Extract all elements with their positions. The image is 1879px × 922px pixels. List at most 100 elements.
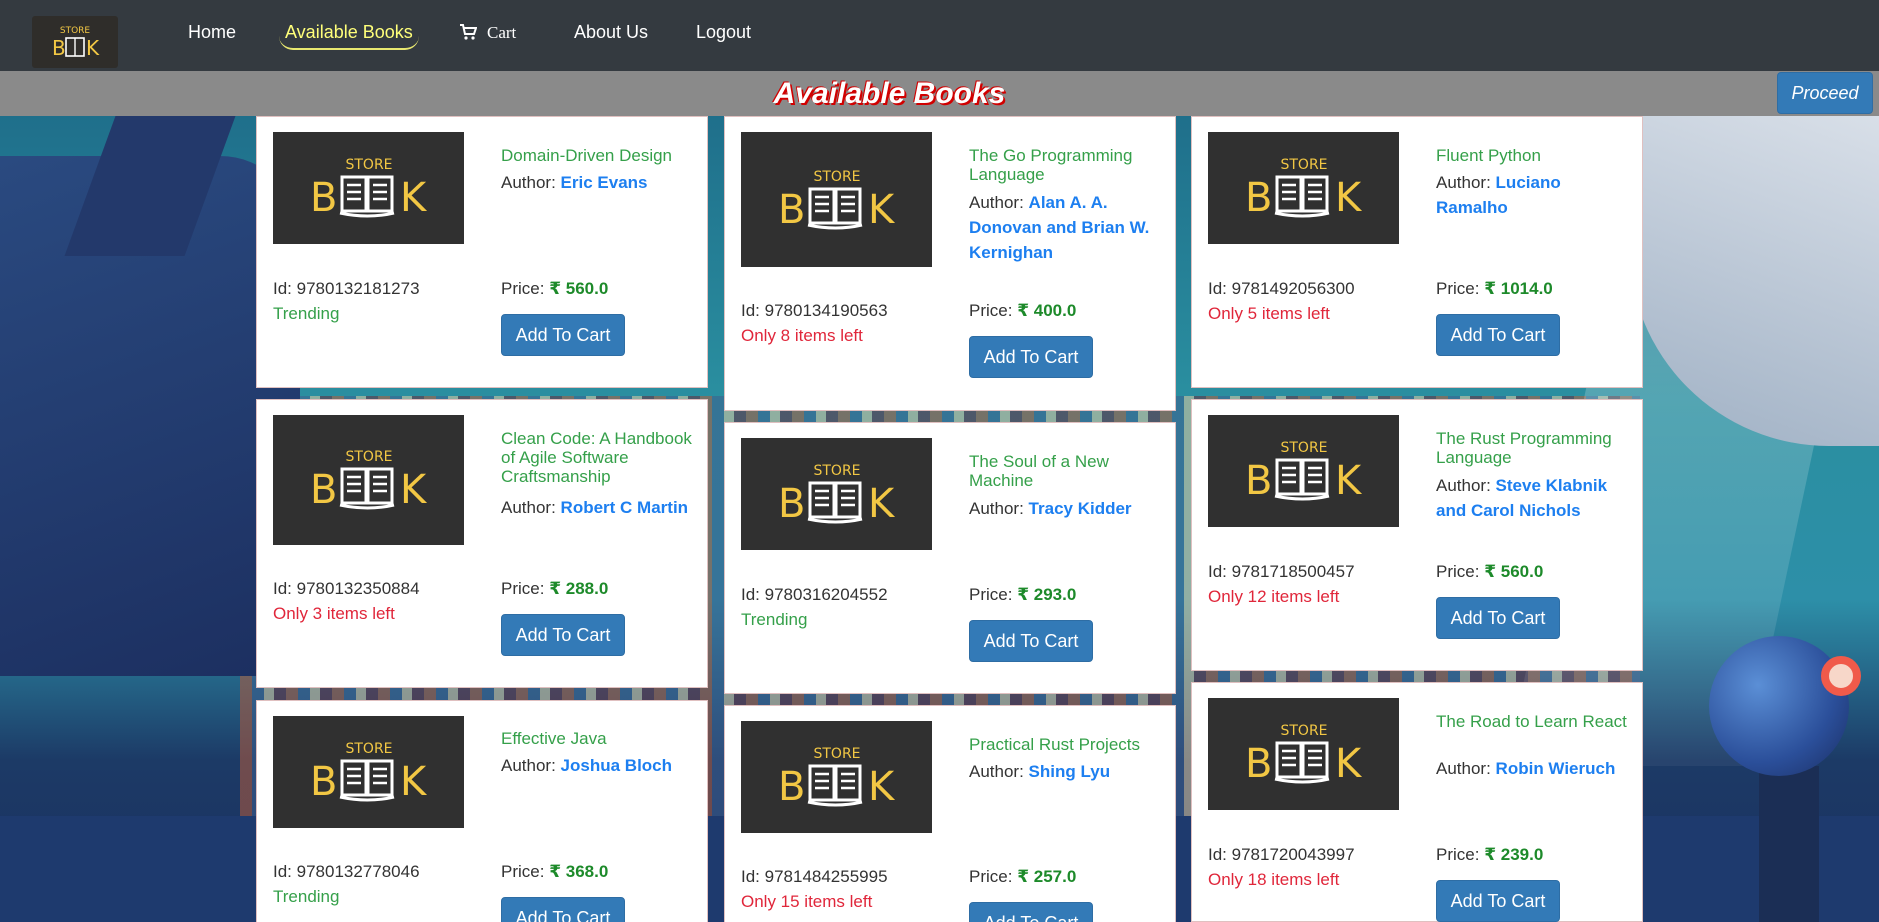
add-to-cart-button[interactable]: Add To Cart <box>501 897 625 922</box>
price-label: Price: <box>1436 279 1485 298</box>
book-status: Only 12 items left <box>1208 587 1340 606</box>
book-author: Author: Eric Evans <box>501 170 701 195</box>
top-navbar: STORE B K Home Available Books Cart Abou… <box>0 0 1879 71</box>
book-title[interactable]: Practical Rust Projects <box>969 735 1169 754</box>
svg-text:K: K <box>868 764 896 810</box>
book-title[interactable]: Fluent Python <box>1436 146 1636 165</box>
book-cover-image: STORE B K <box>1208 415 1399 527</box>
author-label: Author: <box>1436 173 1496 192</box>
id-value: 9780134190563 <box>764 301 888 320</box>
proceed-button[interactable]: Proceed <box>1777 72 1873 114</box>
book-title[interactable]: Clean Code: A Handbook of Agile Software… <box>501 429 701 486</box>
book-title[interactable]: The Go Programming Language <box>969 146 1169 184</box>
id-value: 9781484255995 <box>764 867 888 886</box>
nav-cart[interactable]: Cart <box>453 20 522 50</box>
add-to-cart-button[interactable]: Add To Cart <box>969 336 1093 378</box>
svg-text:STORE: STORE <box>345 741 392 757</box>
author-name: Robert C Martin <box>560 498 689 517</box>
id-label: Id: <box>741 301 765 320</box>
book-id: Id: 9780132350884 <box>273 579 420 599</box>
add-to-cart-button[interactable]: Add To Cart <box>501 614 625 656</box>
book-card: STORE B K Practical Rust Projects Author: … <box>724 705 1176 922</box>
price-value: 1014.0 <box>1500 279 1553 298</box>
svg-text:B: B <box>778 481 805 527</box>
book-price: Price: ₹ 368.0 <box>501 862 608 882</box>
svg-text:K: K <box>86 36 100 60</box>
book-price: Price: ₹ 400.0 <box>969 301 1076 321</box>
author-name: Robin Wieruch <box>1495 759 1616 778</box>
id-label: Id: <box>273 862 297 881</box>
book-title[interactable]: The Road to Learn React <box>1436 712 1636 731</box>
price-label: Price: <box>501 279 550 298</box>
currency-symbol: ₹ <box>549 279 566 298</box>
book-title[interactable]: The Soul of a New Machine <box>969 452 1169 490</box>
currency-symbol: ₹ <box>1017 867 1034 886</box>
book-price: Price: ₹ 560.0 <box>501 279 608 299</box>
currency-symbol: ₹ <box>549 862 566 881</box>
book-status: Only 18 items left <box>1208 870 1340 889</box>
author-label: Author: <box>501 173 561 192</box>
nav-home[interactable]: Home <box>182 20 242 50</box>
nav-available-books[interactable]: Available Books <box>279 20 419 50</box>
store-book-logo-icon: STORE B K <box>778 746 896 810</box>
book-title[interactable]: Effective Java <box>501 729 701 748</box>
book-title[interactable]: The Rust Programming Language <box>1436 429 1636 467</box>
globe-decoration <box>1709 636 1849 776</box>
price-value: 368.0 <box>565 862 609 881</box>
svg-text:B: B <box>310 467 337 513</box>
book-cover-image: STORE B K <box>1208 132 1399 244</box>
store-book-logo-icon: STORE B K <box>778 169 896 233</box>
book-status: Only 5 items left <box>1208 304 1330 323</box>
svg-text:B: B <box>310 759 337 805</box>
id-value: 9781718500457 <box>1231 562 1355 581</box>
add-to-cart-button[interactable]: Add To Cart <box>501 314 625 356</box>
book-price: Price: ₹ 288.0 <box>501 579 608 599</box>
author-label: Author: <box>969 762 1029 781</box>
price-label: Price: <box>969 301 1018 320</box>
book-id: Id: 9780132181273 <box>273 279 420 299</box>
store-book-logo[interactable]: STORE B K <box>32 16 118 68</box>
price-label: Price: <box>501 579 550 598</box>
price-value: 560.0 <box>565 279 609 298</box>
nav-logout[interactable]: Logout <box>690 20 757 50</box>
book-author: Author: Steve Klabnik and Carol Nichols <box>1436 473 1636 523</box>
nav-cart-label: Cart <box>487 23 517 42</box>
book-status: Trending <box>273 887 340 906</box>
id-label: Id: <box>741 585 765 604</box>
cart-icon <box>460 24 477 40</box>
svg-text:STORE: STORE <box>1280 723 1327 739</box>
book-author: Author: Shing Lyu <box>969 759 1169 784</box>
book-card: STORE B K Clean Code: A Handbook of Agile … <box>256 399 708 688</box>
book-id: Id: 9781718500457 <box>1208 562 1355 582</box>
svg-text:STORE: STORE <box>60 26 91 36</box>
book-logo-icon: STORE B K <box>52 26 100 60</box>
book-title[interactable]: Domain-Driven Design <box>501 146 701 165</box>
store-book-logo-icon: STORE B K <box>310 157 428 221</box>
author-label: Author: <box>1436 476 1496 495</box>
author-label: Author: <box>501 498 561 517</box>
add-to-cart-button[interactable]: Add To Cart <box>1436 314 1560 356</box>
id-label: Id: <box>273 279 297 298</box>
svg-text:STORE: STORE <box>813 746 860 762</box>
book-cover-image: STORE B K <box>1208 698 1399 810</box>
book-card: STORE B K Fluent Python Author: Luciano Ra… <box>1191 116 1643 388</box>
author-name: Shing Lyu <box>1028 762 1111 781</box>
id-value: 9781720043997 <box>1231 845 1355 864</box>
add-to-cart-button[interactable]: Add To Cart <box>1436 880 1560 922</box>
store-book-logo-icon: STORE B K <box>310 741 428 805</box>
author-name: Eric Evans <box>560 173 648 192</box>
add-to-cart-button[interactable]: Add To Cart <box>969 902 1093 922</box>
store-book-logo-icon: STORE B K <box>310 449 428 513</box>
book-id: Id: 9780134190563 <box>741 301 888 321</box>
store-book-logo-icon: STORE B K <box>1245 157 1363 221</box>
nav-about-us[interactable]: About Us <box>568 20 654 50</box>
book-card: STORE B K Effective Java Author: Joshua Bl… <box>256 700 708 922</box>
id-label: Id: <box>741 867 765 886</box>
lamp-joint-decoration <box>1821 656 1861 696</box>
add-to-cart-button[interactable]: Add To Cart <box>969 620 1093 662</box>
add-to-cart-button[interactable]: Add To Cart <box>1436 597 1560 639</box>
svg-text:K: K <box>400 175 428 221</box>
price-value: 257.0 <box>1033 867 1077 886</box>
svg-text:STORE: STORE <box>813 463 860 479</box>
page-title-bar: Available Books <box>0 71 1879 116</box>
